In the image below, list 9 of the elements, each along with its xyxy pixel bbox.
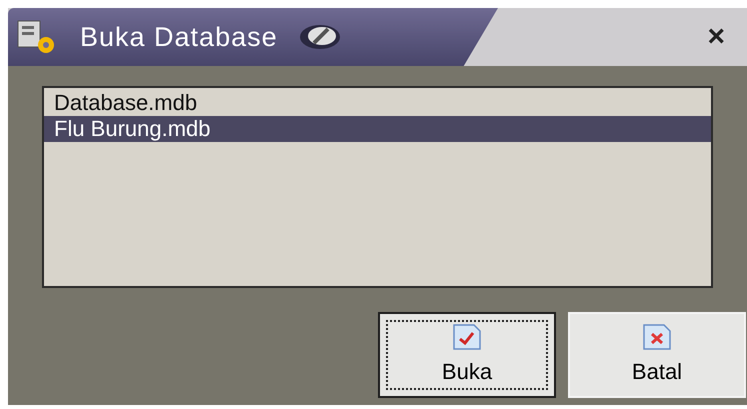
open-button[interactable]: Buka — [378, 312, 556, 398]
cross-document-icon — [642, 322, 672, 350]
close-button[interactable]: × — [707, 22, 725, 52]
pill-icon — [298, 23, 342, 51]
file-item[interactable]: Database.mdb — [44, 90, 711, 116]
window-title: Buka Database — [80, 20, 278, 54]
cancel-button[interactable]: Batal — [568, 312, 746, 398]
checkmark-document-icon — [452, 322, 482, 350]
file-item[interactable]: Flu Burung.mdb — [44, 116, 711, 142]
